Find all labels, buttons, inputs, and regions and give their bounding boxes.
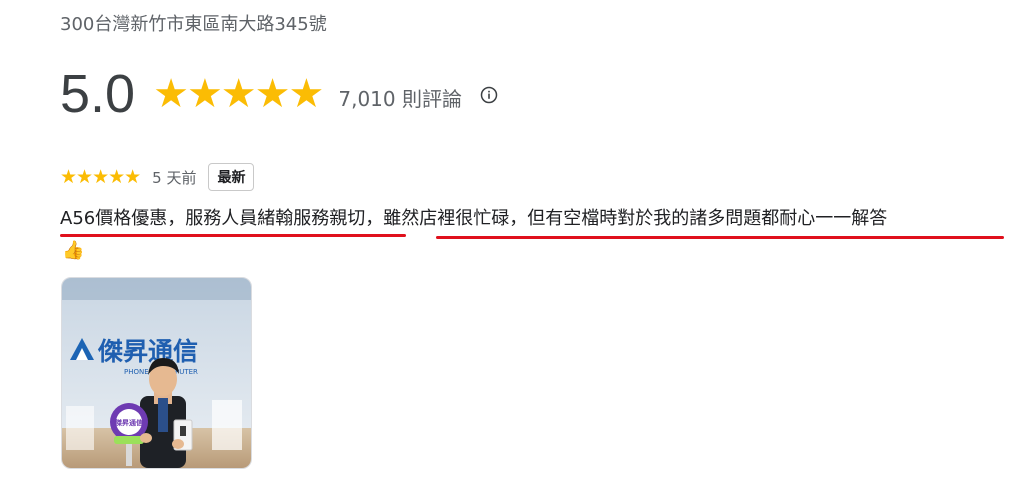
place-address: 300台灣新竹市東區南大路345號	[60, 14, 327, 35]
review-text: A56價格優惠，服務人員緒翰服務親切，雖然店裡很忙碌，但有空檔時對於我的諸多問題…	[60, 208, 888, 229]
rating-stars: ★★★★★	[153, 71, 324, 117]
fan-sign-text: 傑昇通信	[114, 418, 143, 427]
highlight-underline	[436, 236, 1004, 239]
store-sign-text: 傑昇通信	[97, 337, 198, 366]
rating-score: 5.0	[60, 64, 136, 124]
review-age: 5 天前	[152, 168, 197, 187]
info-icon[interactable]	[480, 86, 498, 104]
review-count-link[interactable]: 7,010 則評論	[338, 83, 462, 112]
newest-badge: 最新	[208, 163, 255, 191]
review-meta: ★★★★★ 5 天前 最新	[60, 162, 255, 192]
rating-summary: 5.0 ★★★★★ 7,010 則評論	[60, 62, 498, 126]
highlight-underline	[60, 234, 406, 237]
thumbs-up-icon: 👍	[62, 240, 85, 261]
review-photo[interactable]: 傑昇通信 PHONE & COMPUTER 傑昇通信	[61, 277, 252, 469]
review-stars: ★★★★★	[60, 165, 141, 188]
